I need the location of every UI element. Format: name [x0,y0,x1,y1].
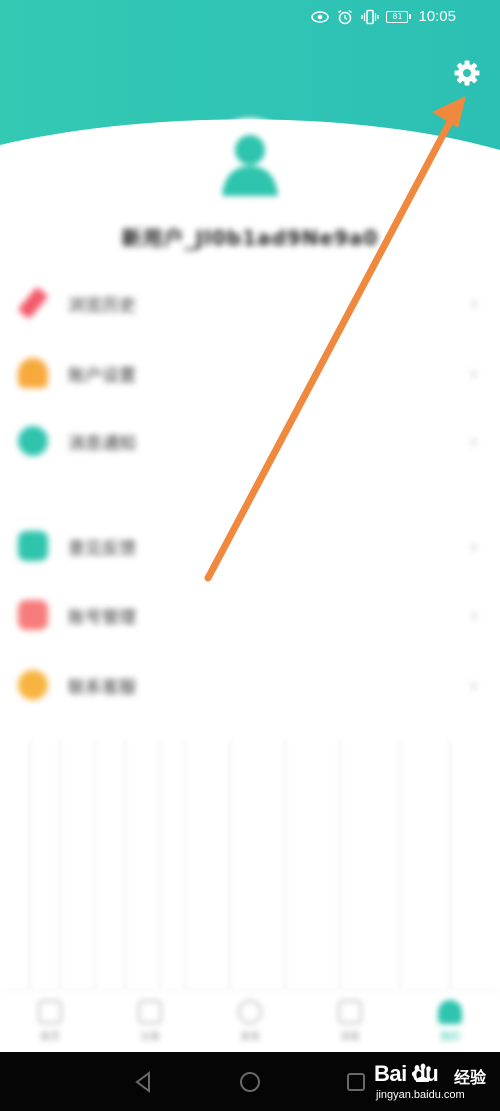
manage-icon [18,600,48,630]
background-streaks [28,740,452,990]
menu-item-manage[interactable]: 账号管理 › [0,587,500,643]
status-time: 10:05 [418,8,456,25]
profile-screen: 81 10:05 新用户_Jl0b1ad9Ne9a0 浏览历史 › 账户设置 ›… [0,0,500,1111]
eye-icon [311,10,330,23]
username-label: 新用户_Jl0b1ad9Ne9a0 [121,226,379,250]
home-button-icon[interactable] [238,1070,262,1094]
history-icon [17,286,49,320]
message-icon [18,426,48,456]
menu-label: 消息通知 [68,433,136,454]
settings-gear-icon[interactable] [452,58,482,88]
back-icon[interactable] [132,1070,156,1094]
tab-home[interactable]: 首页 [0,991,100,1052]
account-icon [18,358,48,388]
edit-icon [138,1000,162,1024]
service-icon [18,670,48,700]
tab-discover[interactable]: 发现 [200,991,300,1052]
user-icon [438,1000,462,1024]
menu-item-feedback[interactable]: 意见反馈 › [0,518,500,574]
chevron-right-icon: › [470,429,478,453]
menu-item-service[interactable]: 联系客服 › [0,657,500,713]
battery-icon: 81 [386,10,412,23]
baidu-jingyan-watermark: Bai du 经验 jingyan.baidu.com [374,1061,494,1107]
menu-item-account[interactable]: 账户设置 › [0,345,500,401]
menu-label: 意见反馈 [68,538,136,559]
watermark-url: jingyan.baidu.com [376,1089,465,1101]
status-bar: 81 10:05 [0,0,500,36]
battery-level: 81 [386,10,409,23]
user-silhouette-icon [222,135,278,196]
vibrate-icon [361,9,380,24]
tab-label: 我的 [440,1032,460,1043]
alarm-icon [338,9,353,24]
watermark-cn: 经验 [454,1068,487,1087]
tab-mine[interactable]: 我的 [400,991,500,1052]
tab-label: 消息 [340,1032,360,1043]
chevron-right-icon: › [470,534,478,558]
feedback-icon [18,531,48,561]
home-icon [38,1000,62,1024]
chat-icon [338,1000,362,1024]
menu-label: 账号管理 [68,607,136,628]
chevron-right-icon: › [470,673,478,697]
chevron-right-icon: › [470,361,478,385]
recents-icon[interactable] [344,1070,368,1094]
status-icons: 81 10:05 [311,8,456,25]
avatar[interactable] [206,118,294,206]
menu-item-message[interactable]: 消息通知 › [0,413,500,469]
chevron-right-icon: › [470,603,478,627]
tab-label: 分类 [140,1032,160,1043]
paw-icon [411,1063,431,1082]
menu-label: 浏览历史 [68,295,136,316]
bottom-tab-bar: 首页 分类 发现 消息 我的 [0,990,500,1052]
tab-message[interactable]: 消息 [300,991,400,1052]
tab-label: 首页 [40,1032,60,1043]
chevron-right-icon: › [470,291,478,315]
menu-item-history[interactable]: 浏览历史 › [0,275,500,331]
tab-label: 发现 [240,1032,260,1043]
discover-icon [238,1000,262,1024]
menu-label: 联系客服 [68,677,136,698]
menu-label: 账户设置 [68,365,136,386]
tab-category[interactable]: 分类 [100,991,200,1052]
